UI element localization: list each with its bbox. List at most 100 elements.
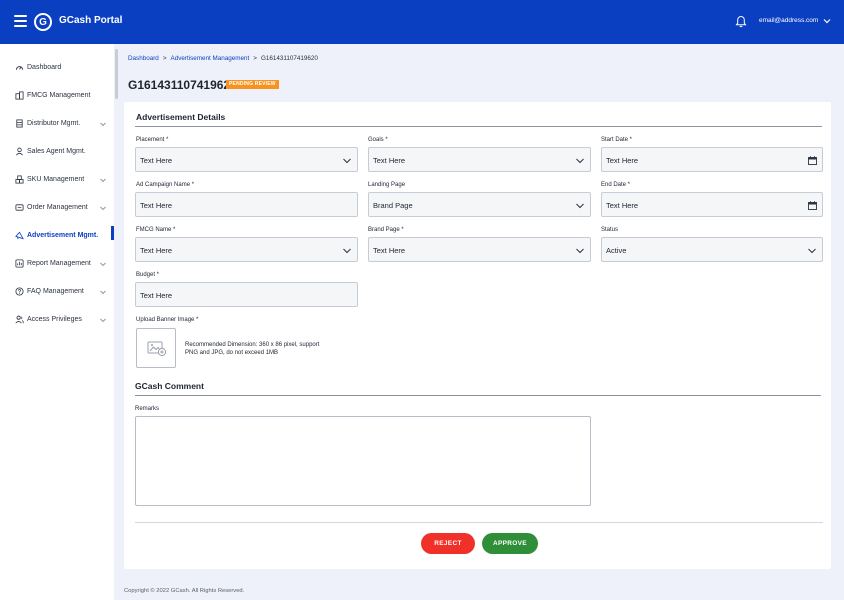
building-icon: [15, 91, 24, 100]
budget-label: Budget *: [136, 272, 160, 278]
fmcg-name-value: Text Here: [140, 246, 173, 255]
sidebar-item-report[interactable]: Report Management: [0, 256, 114, 272]
brand-page-value: Text Here: [373, 246, 406, 255]
reject-button[interactable]: REJECT: [421, 533, 475, 554]
sidebar-item-label: Distributor Mgmt.: [27, 120, 81, 127]
placement-value: Text Here: [140, 156, 173, 165]
sidebar: Dashboard FMCG Management Distributor Mg…: [0, 44, 114, 600]
chevron-down-icon[interactable]: [99, 316, 107, 324]
sidebar-item-label: FMCG Management: [27, 92, 91, 99]
sidebar-item-distributor[interactable]: Distributor Mgmt.: [0, 116, 114, 132]
hamburger-menu-icon[interactable]: [14, 15, 27, 27]
chevron-down-icon: [576, 158, 584, 164]
sidebar-scrollbar[interactable]: [115, 49, 118, 99]
breadcrumb-dashboard[interactable]: Dashboard: [128, 55, 159, 62]
sidebar-item-label: Order Management: [27, 204, 88, 211]
sidebar-item-fmcg[interactable]: FMCG Management: [0, 88, 114, 104]
budget-value: Text Here: [140, 291, 173, 300]
divider: [135, 126, 822, 127]
image-upload-icon: [147, 341, 167, 357]
sidebar-item-label: Dashboard: [27, 64, 62, 71]
campaign-name-value: Text Here: [140, 201, 173, 210]
warehouse-icon: [16, 119, 23, 128]
end-date-label: End Date *: [601, 182, 631, 188]
remarks-textarea[interactable]: [135, 416, 591, 506]
chevron-down-icon: [576, 248, 584, 254]
approve-button[interactable]: APPROVE: [482, 533, 538, 554]
user-icon: [16, 147, 23, 156]
upload-note: Recommended Dimension: 360 x 86 pixel, s…: [185, 342, 320, 356]
placement-select[interactable]: Text Here: [135, 147, 358, 172]
footer-copyright: Copyright © 2022 GCash. All Rights Reser…: [124, 588, 245, 594]
chevron-down-icon: [808, 248, 816, 254]
boxes-icon: [15, 175, 24, 184]
sidebar-item-label: FAQ Management: [27, 288, 84, 295]
gauge-icon: [15, 66, 24, 70]
calendar-icon[interactable]: [808, 156, 817, 165]
start-date-value: Text Here: [606, 156, 639, 165]
status-label: Status: [601, 227, 619, 233]
chevron-down-icon[interactable]: [99, 204, 107, 212]
breadcrumb: Dashboard > Advertisement Management > G1614…: [128, 55, 318, 62]
brand-page-label: Brand Page *: [368, 227, 404, 233]
top-navbar: G GCash Portal email@address.com: [0, 0, 844, 44]
fmcg-name-label: FMCG Name *: [136, 227, 176, 233]
sidebar-item-sales-agent[interactable]: Sales Agent Mgmt.: [0, 144, 114, 160]
sidebar-item-advertisement[interactable]: Advertisement Mgmt.: [0, 228, 114, 244]
start-date-field[interactable]: Text Here: [601, 147, 823, 172]
budget-input[interactable]: Text Here: [135, 282, 358, 307]
sidebar-item-access[interactable]: Access Privileges: [0, 312, 114, 328]
goals-label: Goals *: [368, 137, 388, 143]
status-select[interactable]: Active: [601, 237, 823, 262]
breadcrumb-advertisement[interactable]: Advertisement Management: [171, 55, 250, 62]
chevron-down-icon: [576, 203, 584, 209]
report-icon: [15, 259, 24, 268]
brand-title: GCash Portal: [59, 15, 123, 26]
placement-label: Placement *: [136, 137, 169, 143]
sidebar-item-sku[interactable]: SKU Management: [0, 172, 114, 188]
remarks-label: Remarks: [135, 406, 160, 412]
end-date-field[interactable]: Text Here: [601, 192, 823, 217]
notification-bell-icon[interactable]: [735, 15, 747, 28]
sidebar-item-dashboard[interactable]: Dashboard: [0, 60, 114, 76]
upload-banner-button[interactable]: [136, 328, 176, 368]
page-title: G161431107419620: [128, 78, 237, 92]
sidebar-item-label: Report Management: [27, 260, 91, 267]
chevron-down-icon: [343, 248, 351, 254]
active-indicator: [111, 226, 114, 240]
goals-select[interactable]: Text Here: [368, 147, 591, 172]
divider: [135, 395, 821, 396]
goals-value: Text Here: [373, 156, 406, 165]
status-value: Active: [606, 246, 627, 255]
chevron-down-icon: [343, 158, 351, 164]
sidebar-item-order[interactable]: Order Management: [0, 200, 114, 216]
chevron-down-icon[interactable]: [822, 16, 832, 26]
brand-page-select[interactable]: Text Here: [368, 237, 591, 262]
sidebar-item-faq[interactable]: FAQ Management: [0, 284, 114, 300]
section-title-details: Advertisement Details: [136, 112, 226, 122]
landing-page-select[interactable]: Brand Page: [368, 192, 591, 217]
section-title-comment: GCash Comment: [135, 381, 204, 391]
chevron-down-icon[interactable]: [99, 288, 107, 296]
end-date-value: Text Here: [606, 201, 639, 210]
megaphone-icon: [15, 231, 24, 240]
campaign-name-input[interactable]: Text Here: [135, 192, 358, 217]
chevron-down-icon[interactable]: [99, 260, 107, 268]
gcash-logo: G: [34, 13, 52, 31]
chevron-down-icon[interactable]: [99, 176, 107, 184]
chevron-down-icon[interactable]: [99, 120, 107, 128]
status-badge: PENDING REVIEW: [226, 80, 279, 89]
sidebar-item-label: SKU Management: [27, 176, 85, 183]
question-icon: [15, 287, 24, 296]
sidebar-item-label: Sales Agent Mgmt.: [27, 148, 86, 155]
calendar-icon[interactable]: [808, 201, 817, 210]
start-date-label: Start Date *: [601, 137, 633, 143]
user-email[interactable]: email@address.com: [759, 17, 818, 24]
users-icon: [15, 315, 24, 324]
sidebar-item-label: Advertisement Mgmt.: [27, 232, 99, 239]
divider: [135, 522, 823, 523]
cart-icon: [15, 204, 24, 211]
fmcg-name-select[interactable]: Text Here: [135, 237, 358, 262]
sidebar-item-label: Access Privileges: [27, 316, 82, 323]
breadcrumb-separator: >: [253, 55, 257, 62]
